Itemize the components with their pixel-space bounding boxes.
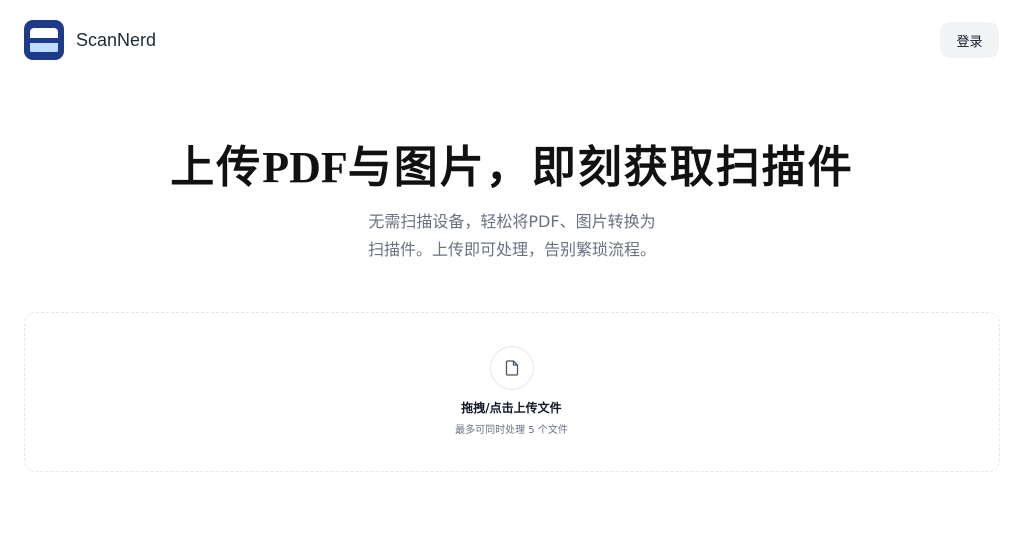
title-part-1: 上传	[170, 142, 263, 193]
brand-name[interactable]: ScanNerd	[76, 28, 156, 52]
title-part-pdf: PDF	[262, 143, 348, 192]
upload-dropzone[interactable]: 拖拽/点击上传文件 最多可同时处理 5 个文件	[24, 312, 1000, 472]
page: ScanNerd 登录 上传PDF与图片，即刻获取扫描件 无需扫描设备，轻松将P…	[0, 0, 1024, 537]
dropzone-hint: 最多可同时处理 5 个文件	[455, 425, 568, 436]
upload-icon-circle	[490, 346, 534, 390]
page-title: 上传PDF与图片，即刻获取扫描件	[0, 136, 1024, 200]
logo[interactable]	[24, 20, 64, 60]
login-button[interactable]: 登录	[940, 22, 999, 58]
file-icon	[505, 360, 519, 376]
subtitle-line-1: 无需扫描设备，轻松将PDF、图片转换为	[368, 212, 656, 231]
top-bar: ScanNerd 登录	[0, 0, 1024, 80]
dropzone-title: 拖拽/点击上传文件	[461, 401, 562, 415]
subtitle-line-2: 扫描件。上传即可处理，告别繁琐流程。	[367, 240, 656, 259]
document-scan-icon	[30, 28, 58, 52]
title-part-3: 与图片，即刻获取扫描件	[347, 142, 854, 193]
